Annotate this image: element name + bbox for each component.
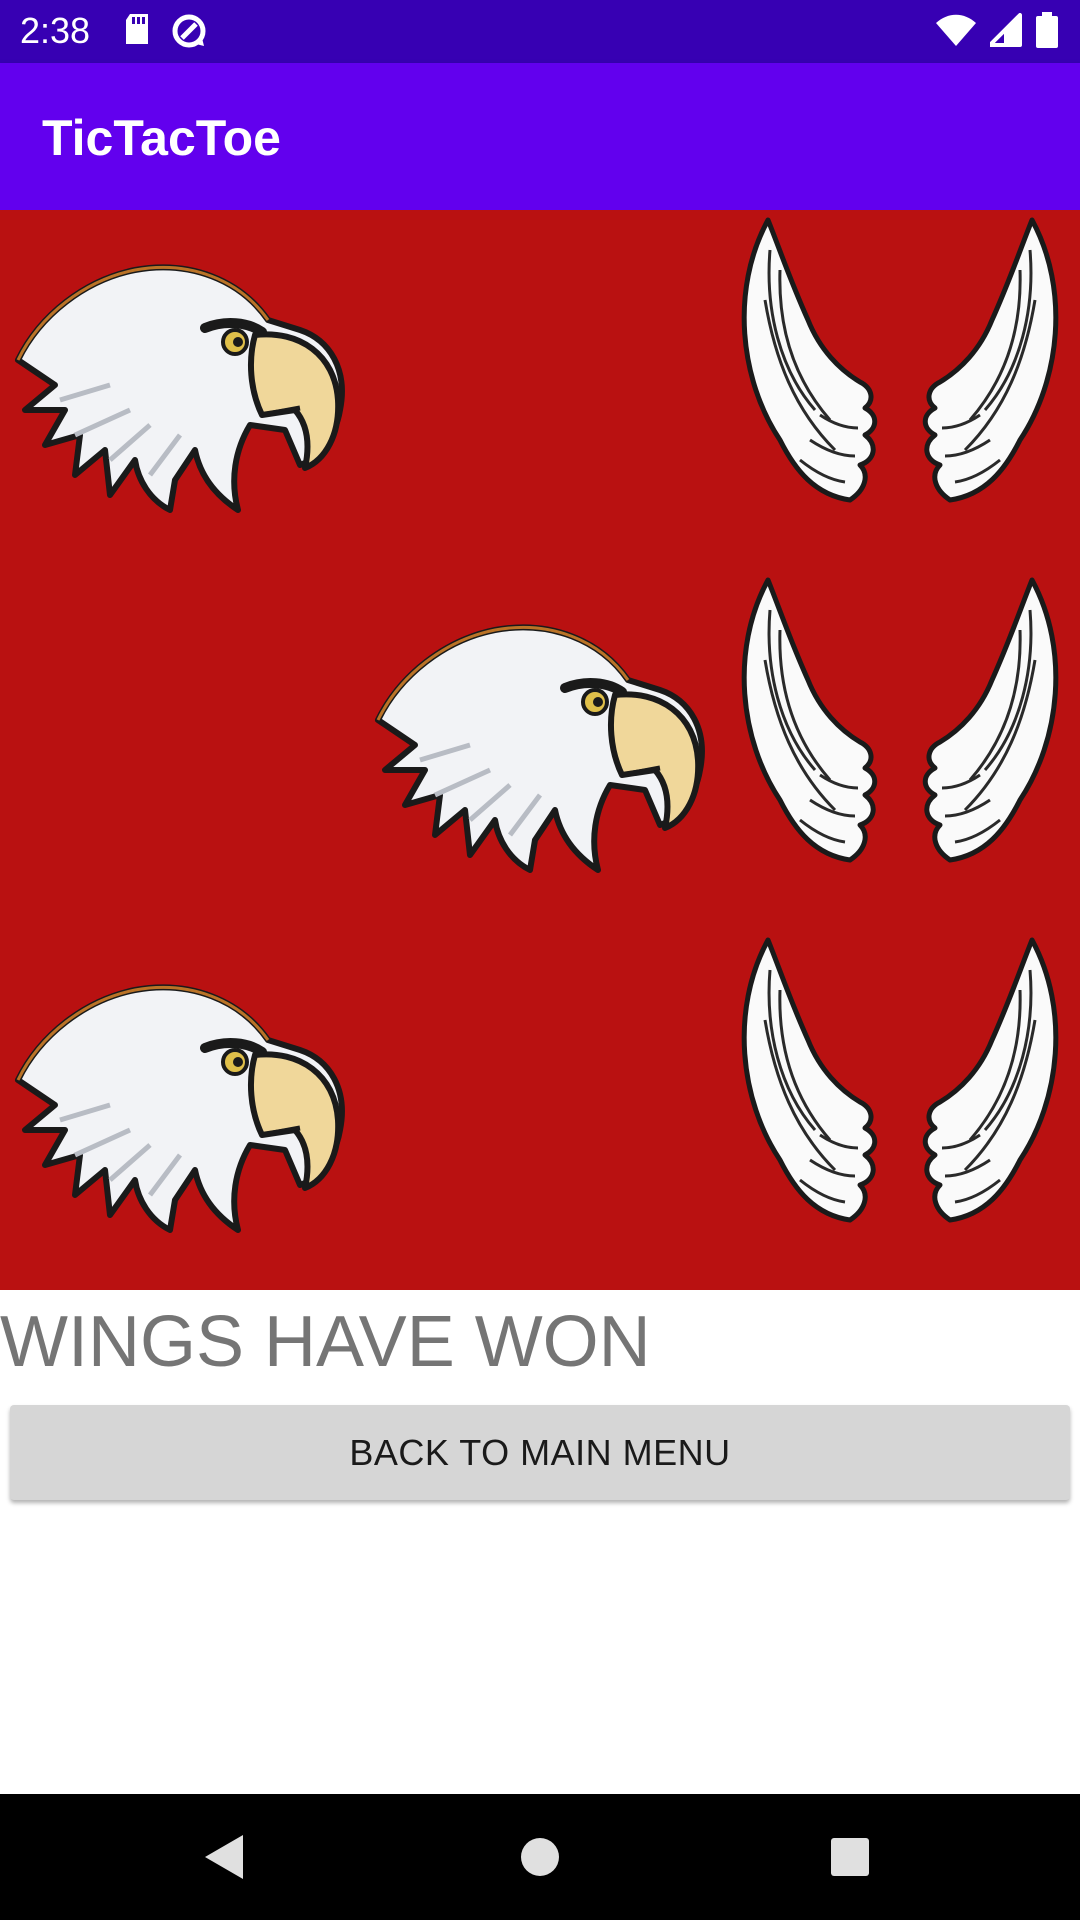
board-cell-1-0[interactable]	[0, 570, 360, 930]
board-cell-0-2[interactable]	[720, 210, 1080, 570]
status-left-icons	[122, 12, 208, 50]
wifi-icon	[936, 14, 976, 46]
board-cell-2-0[interactable]	[0, 930, 360, 1290]
wings-piece	[720, 210, 1080, 570]
board-cell-2-2[interactable]	[720, 930, 1080, 1290]
board-cell-2-1[interactable]	[360, 930, 720, 1290]
app-title: TicTacToe	[42, 110, 281, 166]
board-cell-0-1[interactable]	[360, 210, 720, 570]
result-text: WINGS HAVE WON	[0, 1302, 651, 1382]
sd-card-icon	[126, 14, 148, 44]
back-icon[interactable]	[190, 1822, 260, 1892]
home-icon[interactable]	[505, 1822, 575, 1892]
back-to-main-menu-button[interactable]: BACK TO MAIN MENU	[10, 1405, 1070, 1500]
game-board	[0, 210, 1080, 1290]
status-right-icons	[936, 12, 1058, 48]
status-bar: 2:38	[0, 0, 1080, 63]
wings-piece	[720, 570, 1080, 930]
status-time: 2:38	[20, 10, 91, 51]
wings-piece	[720, 930, 1080, 1290]
board-cell-0-0[interactable]	[0, 210, 360, 570]
eagle-piece	[360, 570, 720, 930]
app-bar: TicTacToe	[0, 63, 1080, 210]
battery-icon	[1036, 12, 1058, 48]
board-cell-1-1[interactable]	[360, 570, 720, 930]
eagle-piece	[0, 210, 360, 570]
recents-icon[interactable]	[815, 1822, 885, 1892]
signal-icon	[990, 13, 1022, 47]
navigation-bar	[0, 1794, 1080, 1920]
board-cell-1-2[interactable]	[720, 570, 1080, 930]
data-saver-icon	[172, 14, 206, 48]
eagle-piece	[0, 930, 360, 1290]
